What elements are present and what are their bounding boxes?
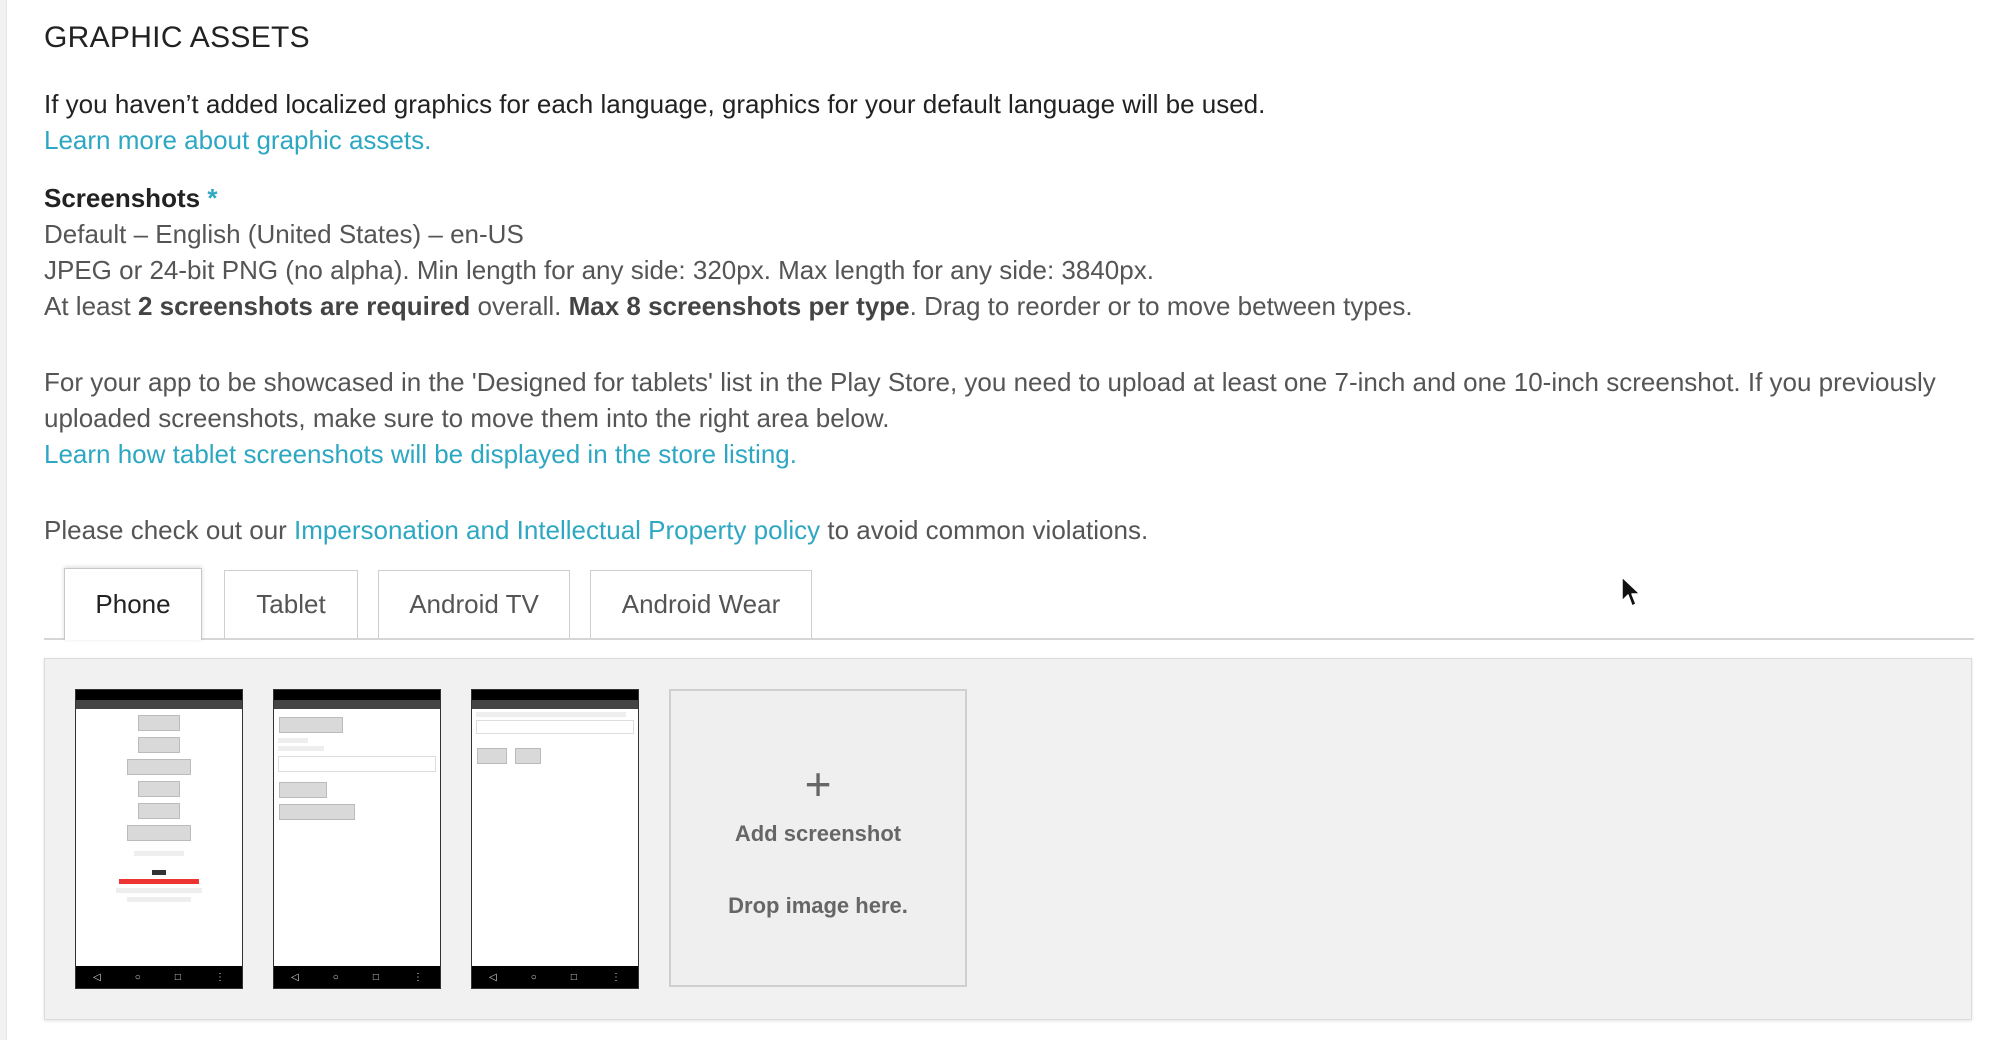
more-icon: ⋮ [412,971,423,983]
learn-more-graphic-assets-link[interactable]: Learn more about graphic assets. [44,124,431,156]
thumb-app-bar [76,700,242,709]
required-marker: * [207,183,218,213]
screenshot-thumbnail-2[interactable]: ◁ ○ □ ⋮ [273,689,441,989]
thumb-text-row [278,746,324,751]
thumb-button [138,715,180,731]
tablet-note-line-1: For your app to be showcased in the 'Des… [44,367,1936,397]
thumb-input [476,720,634,734]
thumb-text-row [127,897,191,902]
home-icon: ○ [134,971,141,983]
plus-icon: + [804,758,832,810]
rules-max: Max 8 screenshots per type [568,291,910,321]
rules-required: 2 screenshots are required [137,291,471,321]
thumb-button [138,803,180,819]
format-line: JPEG or 24-bit PNG (no alpha). Min lengt… [44,255,1154,285]
thumb-text-row [476,712,626,717]
rules-prefix: At least [44,291,138,321]
thumb-app-bar [472,700,638,709]
tablet-note-line-2: uploaded screenshots, make sure to move … [44,403,890,433]
language-line: Default – English (United States) – en-U… [44,219,524,249]
device-type-tabs: Phone Tablet Android TV Android Wear [44,568,1974,640]
phone-screenshots-panel: ◁ ○ □ ⋮ ◁ ○ □ ⋮ ◁ ○ □ ⋮ + Add screenshot Drop ima… [44,658,1972,1020]
section-title: GRAPHIC ASSETS [44,21,310,54]
policy-line: Please check out our Impersonation and I… [44,514,1148,546]
thumb-text-row [134,851,184,856]
thumb-button [279,804,355,820]
tabs-baseline [44,638,1974,640]
thumb-button [279,782,327,798]
tab-android-wear[interactable]: Android Wear [590,570,812,638]
thumb-nav-bar: ◁ ○ □ ⋮ [76,966,242,988]
thumb-text-row [278,738,308,743]
back-icon: ◁ [93,971,101,983]
thumb-nav-bar: ◁ ○ □ ⋮ [472,966,638,988]
more-icon: ⋮ [214,971,225,983]
thumb-input [278,756,436,772]
thumb-done-button [515,748,542,764]
recents-icon: □ [174,971,181,983]
mouse-cursor-icon [1621,576,1641,607]
add-screenshot-dropzone[interactable]: + Add screenshot Drop image here. [669,689,967,987]
policy-prefix: Please check out our [44,515,295,545]
tab-phone[interactable]: Phone [64,568,202,640]
thumb-nav-bar: ◁ ○ □ ⋮ [274,966,440,988]
screenshot-thumbnail-1[interactable]: ◁ ○ □ ⋮ [75,689,243,989]
drop-image-label: Drop image here. [728,893,908,918]
recents-icon: □ [372,971,379,983]
intro-text: If you haven’t added localized graphics … [44,89,1266,119]
thumb-link-row [119,879,199,884]
recents-icon: □ [570,971,577,983]
home-icon: ○ [332,971,339,983]
thumb-text-row [152,870,166,875]
rules-middle: overall. [470,291,569,321]
thumb-app-bar [274,700,440,709]
add-screenshot-label: Add screenshot [734,821,902,846]
tablet-screenshots-link[interactable]: Learn how tablet screenshots will be dis… [44,438,797,470]
ip-policy-link[interactable]: Impersonation and Intellectual Property … [294,515,820,545]
home-icon: ○ [530,971,537,983]
thumb-button [138,781,180,797]
policy-suffix: to avoid common violations. [820,515,1149,545]
tab-tablet[interactable]: Tablet [224,570,358,638]
screenshot-rules: At least 2 screenshots are required over… [44,290,1413,322]
more-icon: ⋮ [610,971,621,983]
thumb-search-button [477,748,507,764]
thumb-text-row [116,888,202,893]
screenshots-heading: Screenshots * [44,182,217,214]
thumb-status-bar [472,690,638,700]
tab-android-tv[interactable]: Android TV [378,570,570,638]
thumb-status-bar [274,690,440,700]
rules-suffix: . Drag to reorder or to move between typ… [909,291,1413,321]
thumb-button [138,737,180,753]
back-icon: ◁ [489,971,497,983]
thumb-button [279,717,343,733]
screenshot-thumbnail-3[interactable]: ◁ ○ □ ⋮ [471,689,639,989]
thumb-button [127,825,191,841]
page-left-edge [0,0,7,1040]
back-icon: ◁ [291,971,299,983]
thumb-button [127,759,191,775]
thumb-status-bar [76,690,242,700]
screenshots-heading-label: Screenshots [44,183,201,213]
